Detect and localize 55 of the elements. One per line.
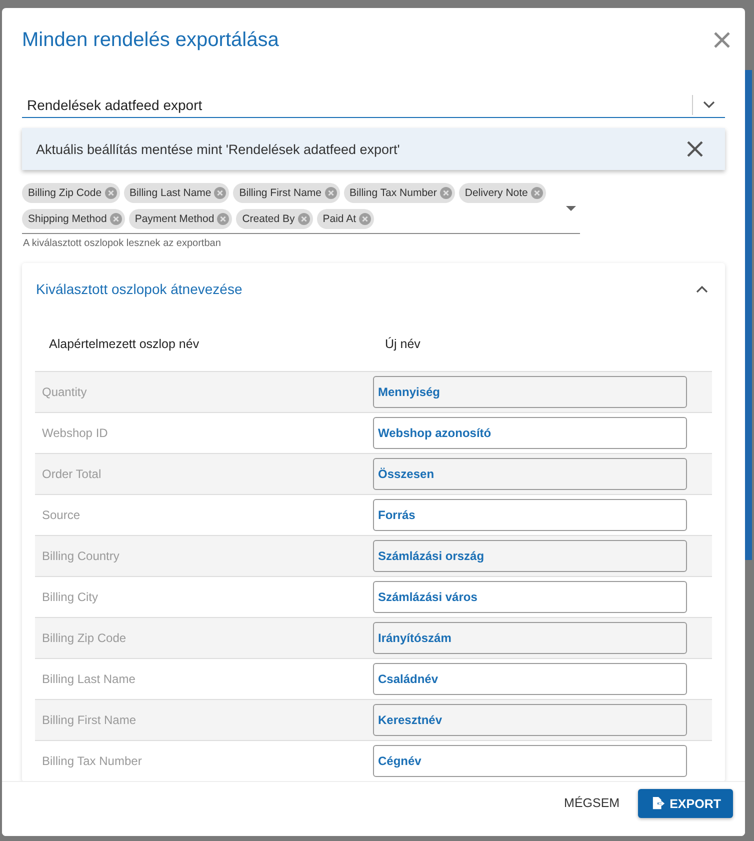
input-field[interactable]: Irányítószám — [373, 622, 687, 654]
column-chip[interactable]: Shipping Method — [22, 209, 125, 229]
column-chip[interactable]: Billing Last Name — [124, 183, 230, 203]
input-field[interactable]: Webshop azonosító — [373, 417, 687, 449]
preset-select[interactable]: Rendelések adatfeed export — [22, 93, 725, 118]
input-field[interactable]: Keresztnév — [373, 704, 687, 736]
input-field[interactable]: Cégnév — [373, 745, 687, 777]
caret-icon[interactable] — [566, 206, 576, 210]
remove-icon[interactable] — [298, 213, 310, 225]
input-field[interactable]: Számlázási ország — [373, 540, 687, 572]
remove-icon[interactable] — [104, 187, 117, 199]
remove-icon[interactable] — [440, 187, 452, 199]
file-export-icon — [652, 797, 665, 810]
helper-text: A kiválasztott oszlopok lesznek az exportban — [23, 238, 222, 249]
table-cell-text: Order Total — [41, 467, 102, 481]
remove-icon[interactable] — [530, 187, 543, 199]
input-field[interactable]: Forrás — [373, 499, 687, 531]
table-cell-text: Billing Last Name — [41, 672, 136, 686]
input-field[interactable]: Családnév — [373, 663, 687, 695]
table-cell-text: Webshop ID — [41, 426, 109, 440]
chevron-down-icon[interactable] — [703, 101, 715, 109]
dialog-title: Minden rendelés exportálása — [22, 28, 279, 52]
column-chip[interactable]: Payment Method — [128, 209, 232, 229]
column-chip[interactable]: Delivery Note — [458, 183, 546, 203]
cancel-button[interactable]: MÉGSEM — [562, 789, 622, 817]
panel-header[interactable]: Kiválasztott oszlopok átnevezése — [35, 263, 712, 315]
column-header: Alapértelmezett oszlop név — [48, 337, 200, 351]
table-cell-text: Source — [41, 508, 82, 522]
columns-multiselect[interactable]: Billing Zip Code Billing Last Name Billing First Name Billing Tax Number Delivery Note Shipping Method Payment Method Created By Paid At — [22, 183, 580, 234]
remove-icon[interactable] — [214, 187, 226, 199]
table-cell-text: Quantity — [41, 385, 88, 399]
column-chip[interactable]: Billing Tax Number — [344, 183, 455, 203]
table-cell-text: Billing City — [41, 590, 100, 604]
table-cell-text: Billing Zip Code — [41, 631, 128, 645]
column-header: Új név — [384, 337, 422, 351]
input-field[interactable]: Számlázási város — [373, 581, 687, 613]
column-chip[interactable]: Paid At — [316, 209, 374, 229]
remove-icon[interactable] — [324, 187, 337, 199]
chevron-up-icon[interactable] — [696, 285, 708, 293]
close-icon[interactable] — [687, 141, 703, 157]
table-cell-text: Billing First Name — [41, 713, 138, 727]
column-chip[interactable]: Created By — [236, 209, 313, 229]
close-icon[interactable] — [713, 31, 731, 49]
input-field[interactable]: Összesen — [373, 458, 687, 490]
export-button[interactable]: EXPORT — [638, 789, 733, 818]
table-cell-text: Billing Country — [41, 549, 120, 563]
input-field[interactable]: Mennyiség — [373, 376, 687, 408]
column-chip[interactable]: Billing First Name — [233, 183, 340, 203]
remove-icon[interactable] — [110, 213, 122, 225]
select-input[interactable]: Rendelések adatfeed export — [27, 97, 682, 113]
column-chip[interactable]: Billing Zip Code — [22, 183, 120, 203]
remove-icon[interactable] — [217, 213, 230, 225]
remove-icon[interactable] — [359, 213, 372, 225]
dropdown-menu[interactable]: Aktuális beállítás mentése mint 'Rendelések adatfeed export' — [22, 128, 725, 170]
table-cell-text: Billing Tax Number — [41, 754, 143, 768]
